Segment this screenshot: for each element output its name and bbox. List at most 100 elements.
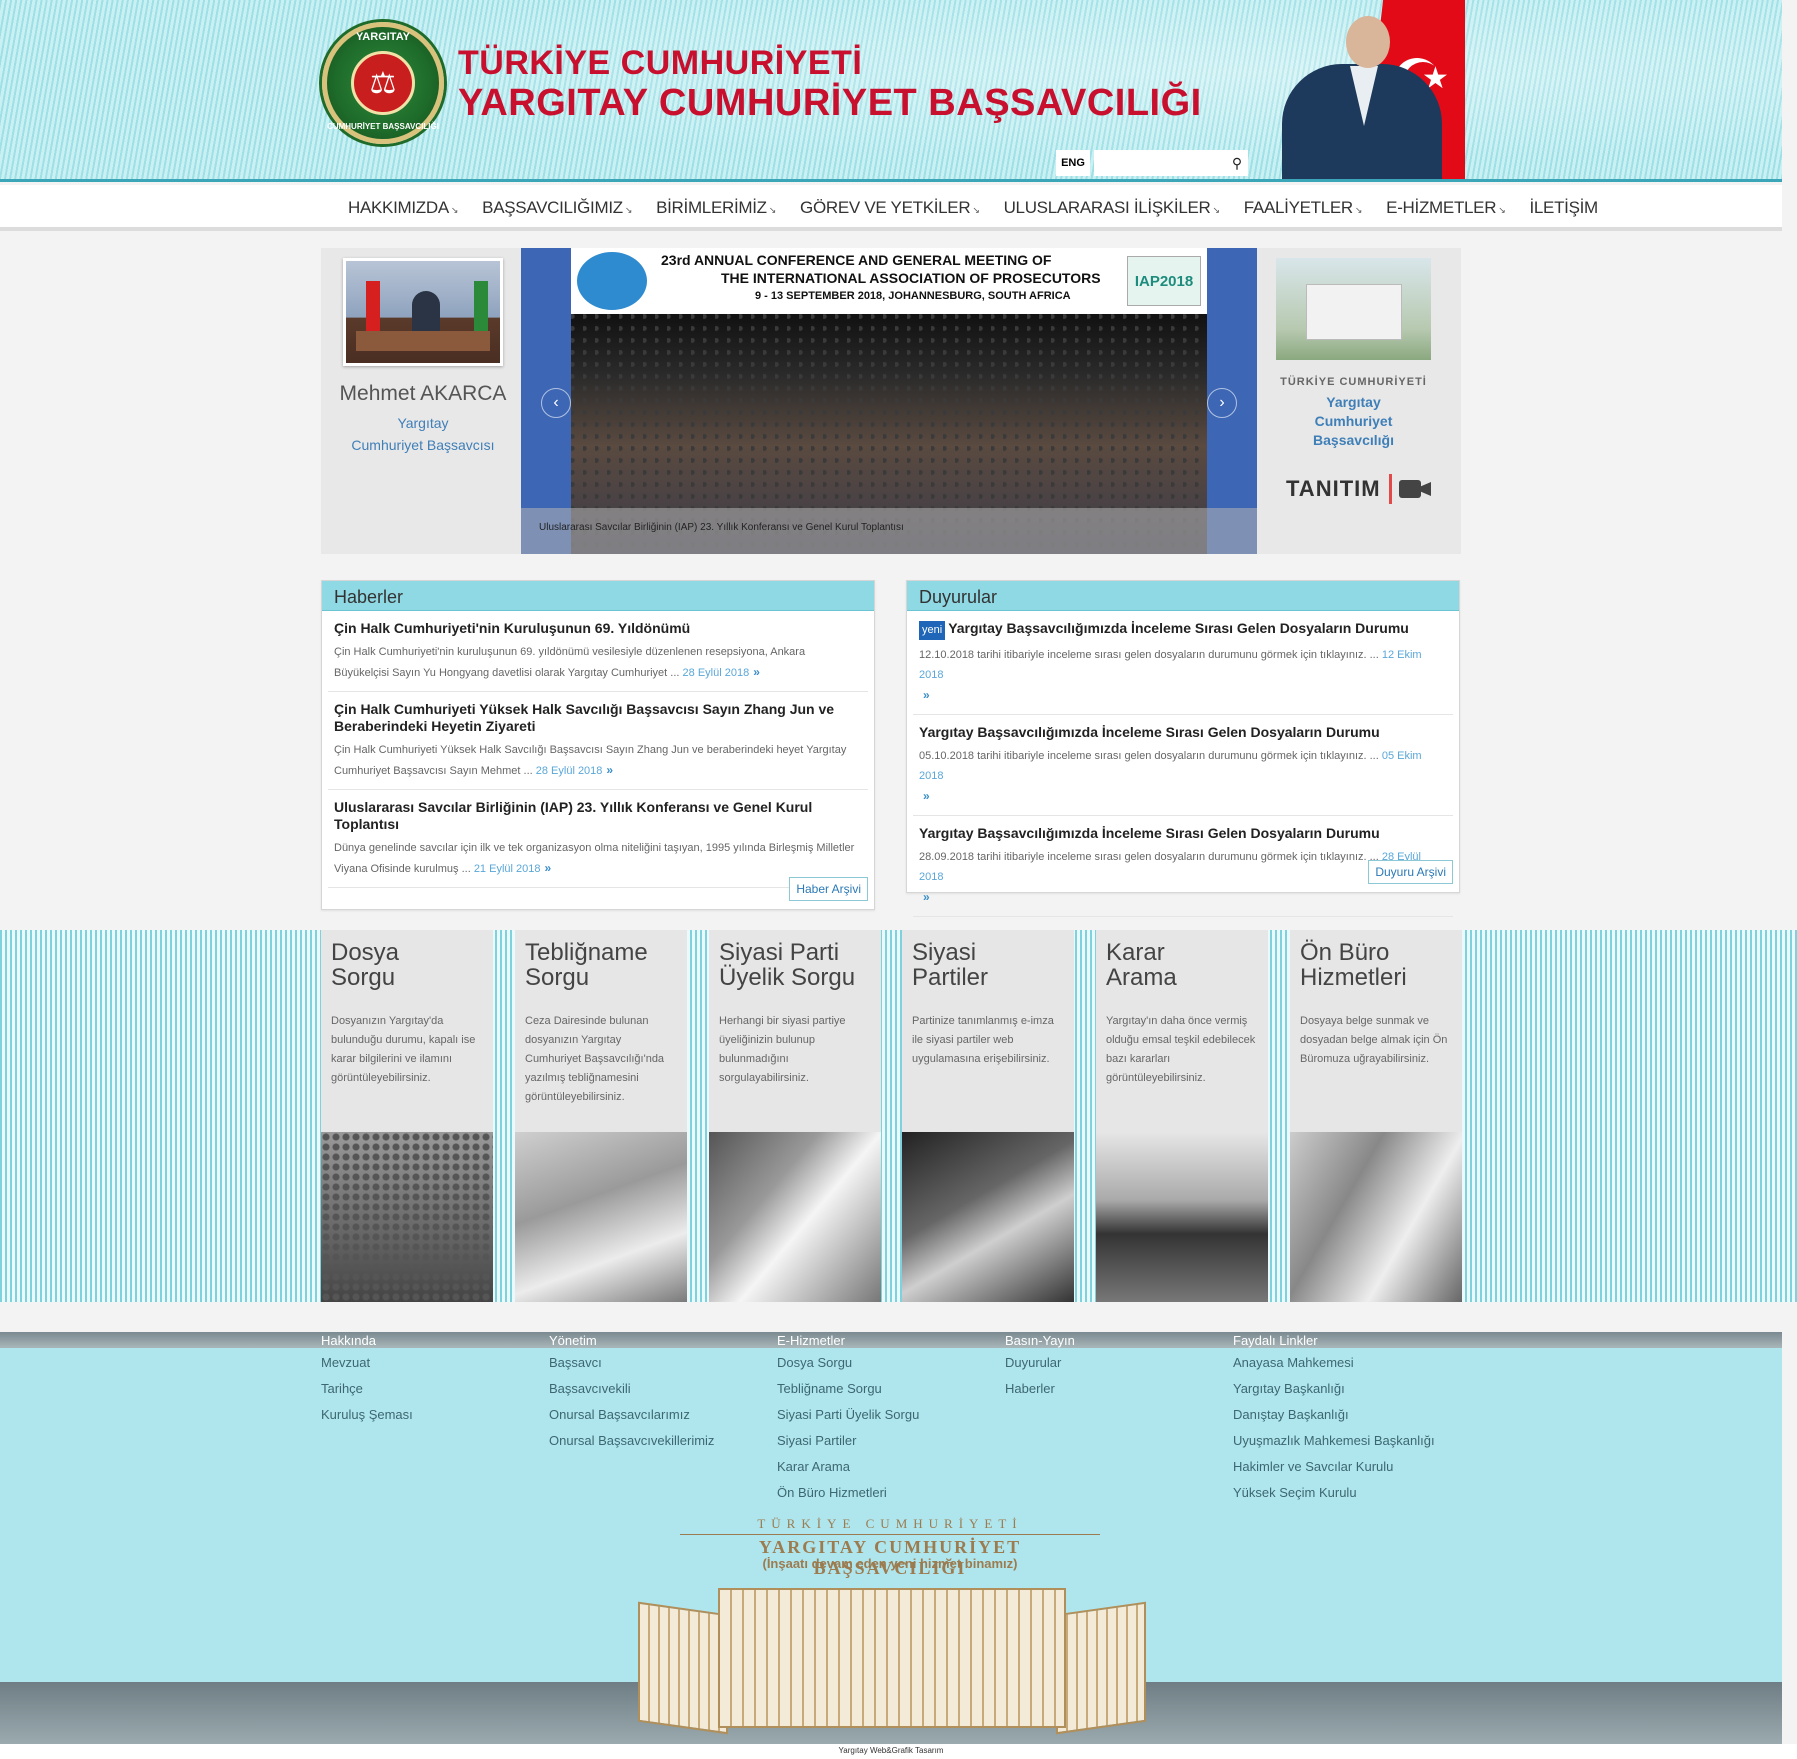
nav-item-0[interactable]: HAKKIMIZDA ↘	[336, 185, 470, 231]
nav-item-label: BİRİMLERİMİZ	[656, 198, 767, 217]
announcement-item-title[interactable]: Yargıtay Başsavcılığımızda İnceleme Sıra…	[919, 724, 1447, 741]
footer-link[interactable]: Tebliğname Sorgu	[777, 1376, 919, 1402]
chief-prosecutor-title-line2: Cumhuriyet Başsavcısı	[351, 437, 495, 453]
announcement-item[interactable]: Yargıtay Başsavcılığımızda İnceleme Sıra…	[913, 715, 1453, 816]
footer-link[interactable]: Siyasi Parti Üyelik Sorgu	[777, 1402, 919, 1428]
nav-item-2[interactable]: BİRİMLERİMİZ ↘	[644, 185, 788, 231]
nav-item-6[interactable]: E-HİZMETLER ↘	[1374, 185, 1517, 231]
footer-link[interactable]: Başsavcıvekili	[549, 1376, 714, 1402]
chief-prosecutor-name[interactable]: Mehmet AKARCA	[321, 382, 525, 406]
news-item[interactable]: Uluslararası Savcılar Birliğinin (IAP) 2…	[328, 790, 868, 888]
building-label[interactable]: Yargıtay Cumhuriyet Başsavcılığı	[1276, 393, 1431, 450]
slider-next-button[interactable]: ›	[1207, 388, 1237, 418]
footer-link[interactable]: Tarihçe	[321, 1376, 413, 1402]
read-more-icon[interactable]: »	[606, 763, 613, 777]
announcements-archive-button[interactable]: Duyuru Arşivi	[1368, 860, 1453, 884]
service-title[interactable]: Ön Büro Hizmetleri	[1300, 940, 1407, 990]
service-image-hands[interactable]	[1290, 1132, 1462, 1302]
footer-link[interactable]: Yüksek Seçim Kurulu	[1233, 1480, 1435, 1506]
chief-prosecutor-title[interactable]: Yargıtay Cumhuriyet Başsavcısı	[321, 412, 525, 456]
nav-item-5[interactable]: FAALİYETLER ↘	[1232, 185, 1374, 231]
service-card-pen[interactable]: Tebliğname Sorgu Ceza Dairesinde bulunan d…	[515, 930, 687, 1302]
chief-prosecutor-title-line1: Yargıtay	[397, 415, 449, 431]
service-image-gavel[interactable]	[1096, 1132, 1268, 1302]
video-camera-icon[interactable]	[1389, 474, 1433, 504]
nav-item-7[interactable]: İLETİŞİM	[1517, 185, 1609, 231]
news-item[interactable]: Çin Halk Cumhuriyeti'nin Kuruluşunun 69.…	[328, 611, 868, 692]
seal-emblem: ⚖	[351, 51, 415, 115]
read-more-icon[interactable]: »	[923, 789, 930, 803]
announcement-item-title[interactable]: yeni Yargıtay Başsavcılığımızda İnceleme …	[919, 620, 1447, 640]
service-card-gavel[interactable]: Karar Arama Yargıtay'ın daha önce vermiş o…	[1096, 930, 1268, 1302]
footer-link[interactable]: Onursal Başsavcıvekillerimiz	[549, 1428, 714, 1454]
service-image-pen[interactable]	[515, 1132, 687, 1302]
news-item-title[interactable]: Çin Halk Cumhuriyeti'nin Kuruluşunun 69.…	[334, 620, 862, 637]
service-card-hands[interactable]: Ön Büro Hizmetleri Dosyaya belge sunmak ve…	[1290, 930, 1462, 1302]
announcement-title-text: Yargıtay Başsavcılığımızda İnceleme Sıra…	[948, 620, 1409, 636]
photo-flag-right	[474, 281, 488, 331]
design-credit[interactable]: Yargıtay Web&Grafik Tasarım	[788, 1744, 994, 1757]
footer-link[interactable]: Haberler	[1005, 1376, 1075, 1402]
nav-item-label: BAŞSAVCILIĞIMIZ	[482, 198, 623, 217]
language-english-button[interactable]: ENG	[1056, 150, 1090, 176]
service-title-line2: Üyelik Sorgu	[719, 964, 856, 991]
service-title[interactable]: Siyasi Partiler	[912, 940, 988, 990]
footer-link[interactable]: Başsavcı	[549, 1350, 714, 1376]
news-item-title[interactable]: Çin Halk Cumhuriyeti Yüksek Halk Savcılı…	[334, 701, 862, 735]
footer-link[interactable]: Ön Büro Hizmetleri	[777, 1480, 919, 1506]
chief-prosecutor-photo[interactable]	[343, 258, 503, 366]
search-input[interactable]	[1094, 150, 1248, 176]
service-card-tech[interactable]: Siyasi Partiler Partinize tanımlanmış e-im…	[902, 930, 1074, 1302]
news-item[interactable]: Çin Halk Cumhuriyeti Yüksek Halk Savcılı…	[328, 692, 868, 790]
read-more-icon[interactable]: »	[753, 665, 760, 679]
footer-link[interactable]: Danıştay Başkanlığı	[1233, 1402, 1435, 1428]
service-title[interactable]: Siyasi Parti Üyelik Sorgu	[719, 940, 855, 990]
news-item-body: Çin Halk Cumhuriyeti'nin kuruluşunun 69.…	[334, 642, 862, 683]
service-title[interactable]: Dosya Sorgu	[331, 940, 399, 990]
news-slider[interactable]: 23rd ANNUAL CONFERENCE AND GENERAL MEETI…	[521, 248, 1257, 554]
footer-column: Basın-Yayın Duyurular Haberler	[1005, 1332, 1075, 1402]
tanitim-video-link[interactable]: TANITIM	[1286, 476, 1381, 502]
service-image-doc[interactable]	[709, 1132, 881, 1302]
read-more-icon[interactable]: »	[923, 688, 930, 702]
footer-link[interactable]: Uyuşmazlık Mahkemesi Başkanlığı	[1233, 1428, 1435, 1454]
nav-item-4[interactable]: ULUSLARARASI İLİŞKİLER ↘	[992, 185, 1232, 231]
video-icon-bar	[1389, 474, 1392, 504]
site-header: YARGITAY ⚖ CUMHURİYET BAŞSAVCILIĞI TÜRKİ…	[0, 0, 1782, 182]
service-card-crowd[interactable]: Dosya Sorgu Dosyanızın Yargıtay'da bulundu…	[321, 930, 493, 1302]
slider-prev-button[interactable]: ‹	[541, 388, 571, 418]
slider-caption[interactable]: Uluslararası Savcılar Birliğinin (IAP) 2…	[521, 508, 1257, 554]
footer-link[interactable]: Dosya Sorgu	[777, 1350, 919, 1376]
service-title[interactable]: Tebliğname Sorgu	[525, 940, 648, 990]
footer-link[interactable]: Siyasi Partiler	[777, 1428, 919, 1454]
footer-link[interactable]: Onursal Başsavcılarımız	[549, 1402, 714, 1428]
service-title[interactable]: Karar Arama	[1106, 940, 1177, 990]
service-card-doc[interactable]: Siyasi Parti Üyelik Sorgu Herhangi bir siy…	[709, 930, 881, 1302]
new-building-thumbnail[interactable]	[1276, 258, 1431, 360]
service-image-crowd[interactable]	[321, 1132, 493, 1302]
building-main-block	[718, 1588, 1066, 1728]
footer-link[interactable]: Kuruluş Şeması	[321, 1402, 413, 1428]
building-wing-left	[638, 1601, 728, 1735]
footer-link[interactable]: Karar Arama	[777, 1454, 919, 1480]
footer-column: Yönetim Başsavcı Başsavcıvekili Onursal Baş…	[549, 1332, 714, 1454]
news-item-body: Çin Halk Cumhuriyeti Yüksek Halk Savcılı…	[334, 740, 862, 781]
new-badge: yeni	[919, 621, 946, 640]
announcement-item-title[interactable]: Yargıtay Başsavcılığımızda İnceleme Sıra…	[919, 825, 1447, 842]
nav-item-1[interactable]: BAŞSAVCILIĞIMIZ ↘	[470, 185, 644, 231]
search-icon[interactable]: ⚲	[1226, 150, 1248, 176]
footer-link[interactable]: Anayasa Mahkemesi	[1233, 1350, 1435, 1376]
news-archive-button[interactable]: Haber Arşivi	[789, 877, 868, 901]
announcement-item[interactable]: yeni Yargıtay Başsavcılığımızda İnceleme …	[913, 611, 1453, 715]
read-more-icon[interactable]: »	[544, 861, 551, 875]
footer-link[interactable]: Yargıtay Başkanlığı	[1233, 1376, 1435, 1402]
footer-link[interactable]: Duyurular	[1005, 1350, 1075, 1376]
banner-line1: 23rd ANNUAL CONFERENCE AND GENERAL MEETI…	[661, 252, 1052, 268]
read-more-icon[interactable]: »	[923, 890, 930, 904]
news-item-title[interactable]: Uluslararası Savcılar Birliğinin (IAP) 2…	[334, 799, 862, 833]
yargitay-seal-logo[interactable]: YARGITAY ⚖ CUMHURİYET BAŞSAVCILIĞI	[322, 22, 444, 144]
service-image-tech[interactable]	[902, 1132, 1074, 1302]
nav-item-3[interactable]: GÖREV VE YETKİLER ↘	[788, 185, 992, 231]
footer-link[interactable]: Hakimler ve Savcılar Kurulu	[1233, 1454, 1435, 1480]
footer-link[interactable]: Mevzuat	[321, 1350, 413, 1376]
